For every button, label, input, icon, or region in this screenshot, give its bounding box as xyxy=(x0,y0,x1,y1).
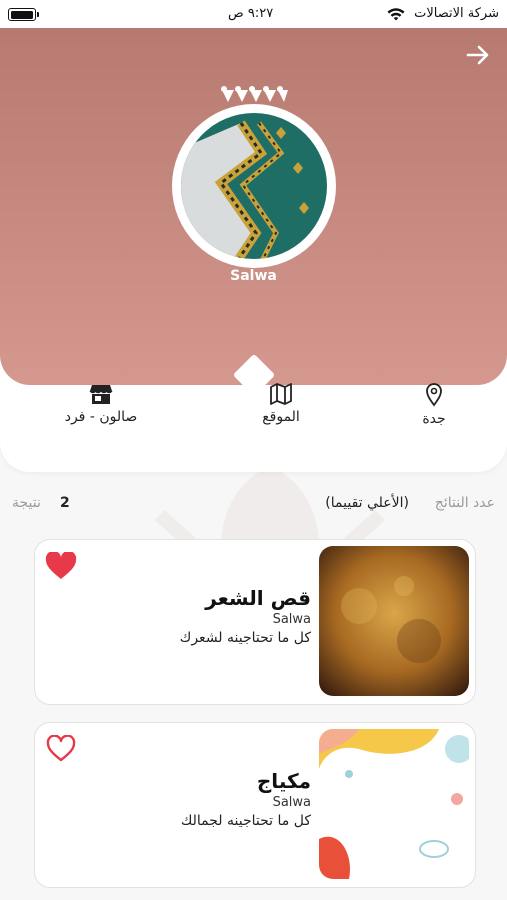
service-salon: Salwa xyxy=(272,612,311,627)
status-time: ٩:٢٧ ص xyxy=(228,6,274,21)
service-image-haircut xyxy=(319,546,469,696)
sort-label[interactable]: (الأعلي تقييما) xyxy=(325,495,409,511)
service-description: كل ما تحتاجينه لجمالك xyxy=(180,813,311,829)
store-icon xyxy=(89,385,113,404)
info-city: جدة xyxy=(379,383,489,427)
info-location-label: الموقع xyxy=(262,409,300,425)
results-count-label: عدد النتائج xyxy=(434,495,495,511)
service-card[interactable]: مكياج Salwa كل ما تحتاجينه لجمالك xyxy=(34,722,476,888)
info-city-label: جدة xyxy=(422,411,446,427)
service-title: قص الشعر xyxy=(205,586,311,610)
status-carrier: شركة الاتصالات xyxy=(414,6,499,21)
map-pin-icon xyxy=(426,383,442,407)
results-bar: عدد النتائج (الأعلي تقييما) 2 نتيجة xyxy=(0,492,507,516)
service-salon: Salwa xyxy=(272,795,311,810)
profile-card: Salwa جدة الموقع صالون - فرد xyxy=(0,0,507,472)
service-image-makeup xyxy=(319,729,469,879)
map-icon xyxy=(270,383,292,405)
info-salon-type-label: صالون - فرد xyxy=(64,409,138,425)
results-count: 2 xyxy=(60,495,70,511)
results-unit: نتيجة xyxy=(12,495,41,511)
wifi-icon xyxy=(387,8,405,21)
back-arrow-icon[interactable] xyxy=(465,42,491,68)
battery-icon xyxy=(8,8,39,21)
avatar[interactable] xyxy=(181,113,327,259)
heart-outline-icon[interactable] xyxy=(45,735,77,763)
info-location[interactable]: الموقع xyxy=(226,383,336,425)
avatar-tassels xyxy=(221,86,288,102)
info-salon-type: صالون - فرد xyxy=(46,383,156,425)
heart-filled-icon[interactable] xyxy=(45,552,77,580)
service-card[interactable]: قص الشعر Salwa كل ما تحتاجينه لشعرك xyxy=(34,539,476,705)
profile-name: Salwa xyxy=(230,268,277,284)
status-bar: ٩:٢٧ ص شركة الاتصالات xyxy=(0,0,507,28)
service-title: مكياج xyxy=(256,769,311,793)
service-description: كل ما تحتاجينه لشعرك xyxy=(179,630,311,646)
